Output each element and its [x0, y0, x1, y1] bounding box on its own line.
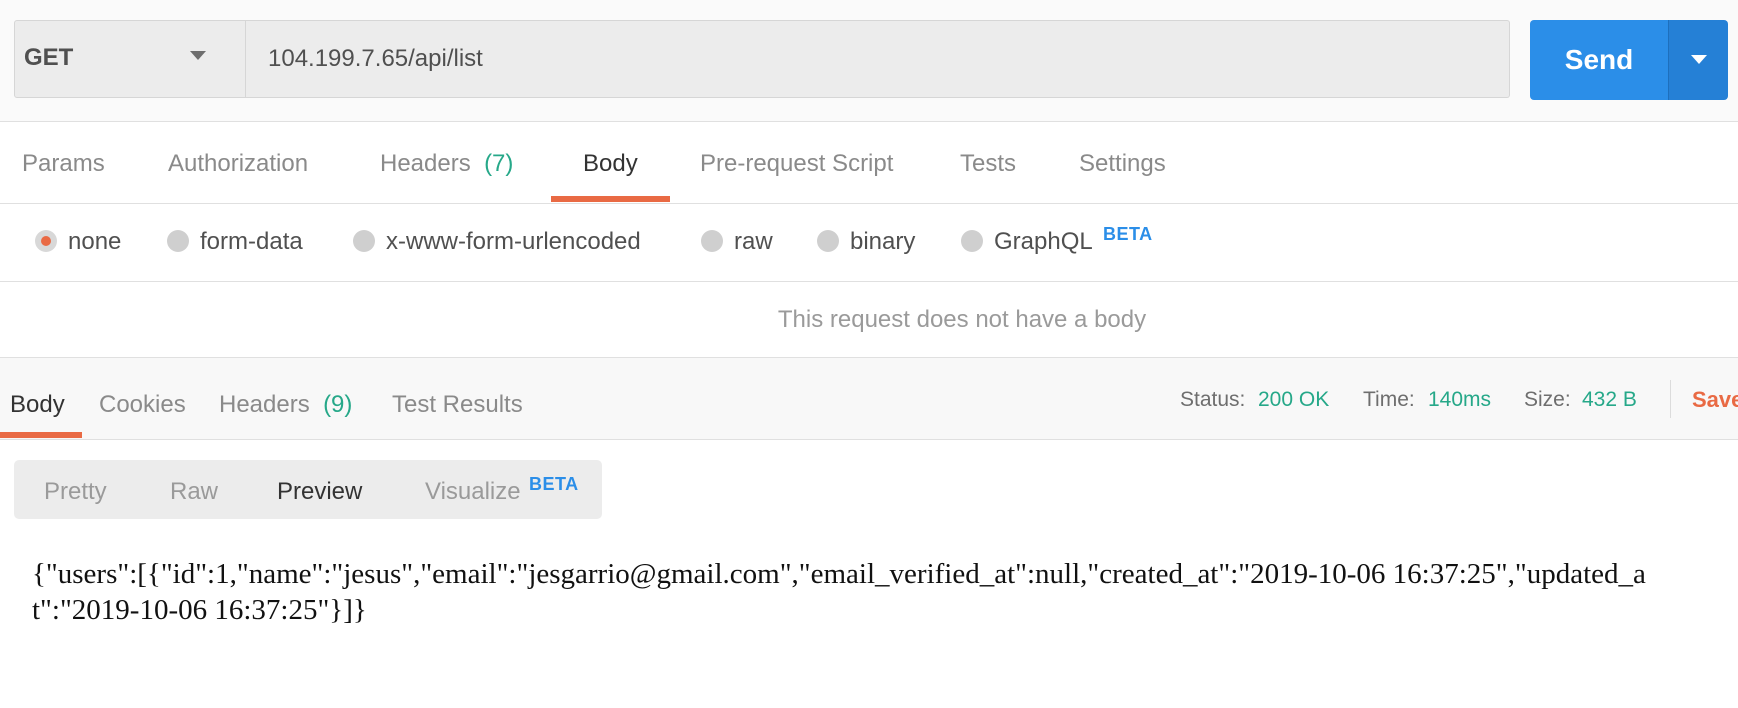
- radio-binary[interactable]: [817, 230, 839, 252]
- response-tab-headers[interactable]: Headers (9): [219, 391, 352, 419]
- status-value: 200 OK: [1258, 388, 1330, 411]
- status-label: Status:: [1180, 388, 1246, 411]
- tab-label: Params: [22, 150, 105, 177]
- size-label: Size:: [1524, 388, 1571, 411]
- radio-none[interactable]: [35, 230, 57, 252]
- send-options-button[interactable]: [1668, 20, 1728, 100]
- radio-form-data[interactable]: [167, 230, 189, 252]
- size-value: 432 B: [1582, 388, 1637, 411]
- chevron-down-icon[interactable]: [190, 51, 206, 60]
- save-response-button[interactable]: Save: [1692, 387, 1738, 413]
- tab-label: Headers: [380, 150, 471, 177]
- tab-label: Headers: [219, 391, 310, 418]
- view-mode-pretty[interactable]: Pretty: [44, 478, 107, 506]
- tab-label: Tests: [960, 150, 1017, 177]
- time-value: 140ms: [1428, 388, 1492, 411]
- view-mode-visualize[interactable]: Visualize: [425, 478, 521, 506]
- tab-settings[interactable]: Settings: [1079, 150, 1166, 178]
- tab-body[interactable]: Body: [583, 150, 638, 178]
- radio-x-www-form-urlencoded[interactable]: [353, 230, 375, 252]
- tab-label: Body: [583, 150, 638, 177]
- radio-label-x-www-form-urlencoded[interactable]: x-www-form-urlencoded: [386, 228, 641, 256]
- response-tab-test-results[interactable]: Test Results: [392, 391, 523, 419]
- tab-params[interactable]: Params: [22, 150, 105, 178]
- view-mode-raw[interactable]: Raw: [170, 478, 218, 506]
- tab-count: (7): [484, 150, 514, 177]
- divider: [1670, 380, 1671, 418]
- response-body-content: {"users":[{"id":1,"name":"jesus","email"…: [32, 558, 1646, 626]
- response-tab-body[interactable]: Body: [10, 391, 65, 419]
- active-tab-indicator: [551, 196, 670, 202]
- radio-label-raw[interactable]: raw: [734, 228, 773, 256]
- response-tab-cookies[interactable]: Cookies: [99, 391, 186, 419]
- tab-label: Pre-request Script: [700, 150, 894, 177]
- tab-label: Settings: [1079, 150, 1166, 177]
- tab-label: Test Results: [392, 391, 523, 418]
- chevron-down-icon: [1691, 55, 1707, 64]
- radio-graphql[interactable]: [961, 230, 983, 252]
- beta-badge: BETA: [529, 474, 579, 494]
- tab-pre-request-script[interactable]: Pre-request Script: [700, 150, 893, 178]
- send-button[interactable]: Send: [1530, 20, 1668, 100]
- radio-label-binary[interactable]: binary: [850, 228, 915, 256]
- active-tab-indicator: [0, 432, 82, 438]
- radio-label-none[interactable]: none: [68, 228, 121, 256]
- tab-authorization[interactable]: Authorization: [168, 150, 308, 178]
- radio-raw[interactable]: [701, 230, 723, 252]
- radio-label-graphql[interactable]: GraphQL: [994, 228, 1093, 256]
- tab-label: Authorization: [168, 150, 309, 177]
- beta-badge: BETA: [1103, 224, 1153, 244]
- tab-count: (9): [323, 391, 353, 418]
- radio-label-form-data[interactable]: form-data: [200, 228, 303, 256]
- empty-body-message: This request does not have a body: [777, 306, 1147, 333]
- method-label: GET: [24, 44, 74, 71]
- tab-label: Cookies: [99, 391, 186, 418]
- tab-tests[interactable]: Tests: [960, 150, 1016, 178]
- tab-headers[interactable]: Headers (7): [380, 150, 513, 178]
- tab-label: Body: [10, 391, 65, 418]
- view-mode-preview[interactable]: Preview: [277, 478, 362, 506]
- url-input[interactable]: [246, 20, 1510, 98]
- time-label: Time:: [1363, 388, 1415, 411]
